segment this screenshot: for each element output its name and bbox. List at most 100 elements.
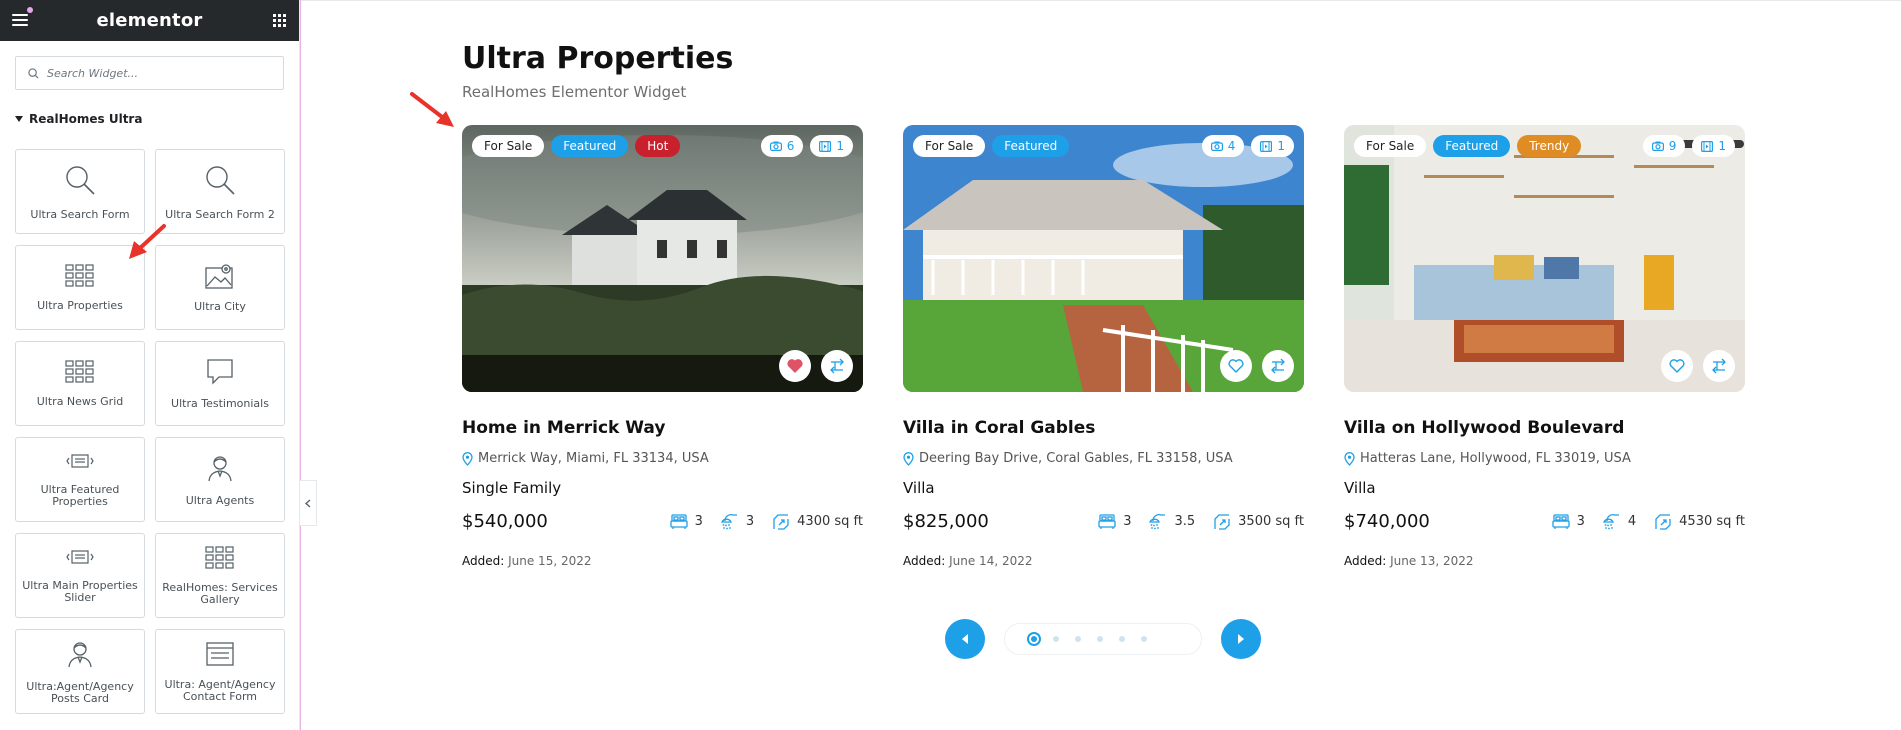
added-date: Added: June 14, 2022 xyxy=(903,554,1304,568)
compare-button[interactable] xyxy=(1262,350,1294,382)
card-actions xyxy=(779,350,853,382)
property-tag[interactable]: Featured xyxy=(1433,135,1511,157)
carousel-dot[interactable] xyxy=(1027,632,1041,646)
video-count-badge[interactable]: 1 xyxy=(1251,135,1294,157)
carousel-dot[interactable] xyxy=(1097,636,1103,642)
property-type: Villa xyxy=(903,479,935,497)
widget-ultra-news-grid[interactable]: Ultra News Grid xyxy=(15,341,145,426)
widget-ultra-main-properties-slider[interactable]: Ultra Main Properties Slider xyxy=(15,533,145,618)
favorite-button[interactable] xyxy=(779,350,811,382)
camera-icon xyxy=(1210,141,1223,151)
property-title[interactable]: Villa on Hollywood Boulevard xyxy=(1344,418,1745,438)
property-card: For Sale Featured 4 1 Villa in Coral Gables D… xyxy=(903,125,1304,568)
property-title[interactable]: Home in Merrick Way xyxy=(462,418,863,438)
widget-realhomes-services-gallery[interactable]: RealHomes: Services Gallery xyxy=(155,533,285,618)
widget-ultra-search-form-2[interactable]: Ultra Search Form 2 xyxy=(155,149,285,234)
property-title[interactable]: Villa in Coral Gables xyxy=(903,418,1304,438)
property-type: Single Family xyxy=(462,479,562,497)
carousel-dots xyxy=(1004,623,1202,655)
video-icon xyxy=(1260,140,1273,152)
widget-ultra-agents[interactable]: Ultra Agents xyxy=(155,437,285,522)
menu-icon[interactable] xyxy=(12,14,28,27)
bathrooms: 3 xyxy=(720,513,755,531)
property-tag[interactable]: For Sale xyxy=(913,135,986,157)
property-price: $825,000 xyxy=(903,511,989,532)
video-count: 1 xyxy=(1277,139,1285,153)
bedrooms: 3 xyxy=(669,513,703,530)
area: 4300 sq ft xyxy=(772,513,863,531)
widget-label: Ultra Properties xyxy=(37,298,123,312)
price-row: $825,000 3 3.5 3500 sq ft xyxy=(903,511,1304,532)
widgets-grid-icon[interactable] xyxy=(273,14,286,27)
prev-button[interactable] xyxy=(945,619,985,659)
widget-ultra-testimonials[interactable]: Ultra Testimonials xyxy=(155,341,285,426)
video-count-badge[interactable]: 1 xyxy=(810,135,853,157)
speech-bubble-icon xyxy=(205,358,235,398)
next-button[interactable] xyxy=(1221,619,1261,659)
bathrooms-count: 3 xyxy=(745,514,755,529)
address-text: Merrick Way, Miami, FL 33134, USA xyxy=(478,451,709,466)
property-tag[interactable]: Featured xyxy=(992,135,1070,157)
search-icon xyxy=(28,67,39,79)
search-widget-field[interactable] xyxy=(15,56,284,90)
compare-button[interactable] xyxy=(821,350,853,382)
carousel-dot[interactable] xyxy=(1119,636,1125,642)
bathrooms-count: 4 xyxy=(1627,514,1637,529)
carousel-dot[interactable] xyxy=(1141,636,1147,642)
collapse-panel-button[interactable] xyxy=(300,480,317,526)
category-realhomes-ultra[interactable]: RealHomes Ultra xyxy=(15,112,299,126)
annotation-arrow-icon xyxy=(129,224,166,259)
added-date: Added: June 13, 2022 xyxy=(1344,554,1745,568)
search-icon xyxy=(63,163,97,209)
widget-ultra-agent-agency-contact-form[interactable]: Ultra: Agent/Agency Contact Form xyxy=(155,629,285,714)
property-tag[interactable]: For Sale xyxy=(472,135,545,157)
added-date-value: June 13, 2022 xyxy=(1390,554,1474,568)
widget-ultra-agent-agency-posts-card[interactable]: Ultra:Agent/Agency Posts Card xyxy=(15,629,145,714)
property-card: For Sale Featured Trendy 9 1 Villa on Hollywo… xyxy=(1344,125,1745,568)
bed-icon xyxy=(669,513,688,529)
property-image[interactable]: For Sale Featured Hot 6 1 xyxy=(462,125,863,392)
carousel-dot[interactable] xyxy=(1075,636,1081,642)
property-tag[interactable]: Featured xyxy=(551,135,629,157)
area: 4530 sq ft xyxy=(1654,513,1745,531)
area-icon xyxy=(773,513,789,530)
property-tag[interactable]: Hot xyxy=(635,135,681,157)
photo-count-badge[interactable]: 6 xyxy=(760,135,804,157)
area-icon xyxy=(1655,513,1671,530)
category-label: RealHomes Ultra xyxy=(29,112,143,126)
price-row: $540,000 3 3 4300 sq ft xyxy=(462,511,863,532)
area-value: 4300 xyxy=(797,514,831,529)
bedrooms: 3 xyxy=(1098,513,1131,530)
area-unit: sq ft xyxy=(1275,514,1304,529)
photo-count-badge[interactable]: 9 xyxy=(1642,135,1686,157)
widget-ultra-city[interactable]: Ultra City xyxy=(155,245,285,330)
favorite-button[interactable] xyxy=(1661,350,1693,382)
video-count-badge[interactable]: 1 xyxy=(1692,135,1735,157)
price-row: $740,000 3 4 4530 sq ft xyxy=(1344,511,1745,532)
address-text: Deering Bay Drive, Coral Gables, FL 3315… xyxy=(919,451,1233,466)
photo-count-badge[interactable]: 4 xyxy=(1201,135,1245,157)
favorite-button[interactable] xyxy=(1220,350,1252,382)
search-widget-input[interactable] xyxy=(47,66,267,80)
camera-icon xyxy=(769,141,782,151)
bed-icon xyxy=(1098,513,1116,529)
property-tag[interactable]: Trendy xyxy=(1517,135,1582,157)
property-meta: 3 3.5 3500 sq ft xyxy=(1088,513,1304,531)
widget-label: Ultra News Grid xyxy=(36,394,124,408)
photo-count: 6 xyxy=(786,139,795,153)
added-label: Added: xyxy=(1344,554,1387,568)
property-image[interactable]: For Sale Featured 4 1 xyxy=(903,125,1304,392)
video-count: 1 xyxy=(836,139,844,153)
property-tag[interactable]: For Sale xyxy=(1354,135,1427,157)
widget-label: RealHomes: Services Gallery xyxy=(162,580,278,606)
video-count: 1 xyxy=(1718,139,1726,153)
widget-label: Ultra:Agent/Agency Posts Card xyxy=(26,679,134,705)
shower-icon xyxy=(1602,513,1619,529)
property-image[interactable]: For Sale Featured Trendy 9 1 xyxy=(1344,125,1745,392)
map-image-icon xyxy=(205,263,235,301)
compare-button[interactable] xyxy=(1703,350,1735,382)
bathrooms-count: 3.5 xyxy=(1174,514,1196,529)
carousel-dot[interactable] xyxy=(1053,636,1059,642)
widget-ultra-featured-properties[interactable]: Ultra Featured Properties xyxy=(15,437,145,522)
widget-label: Ultra Search Form 2 xyxy=(165,207,275,221)
